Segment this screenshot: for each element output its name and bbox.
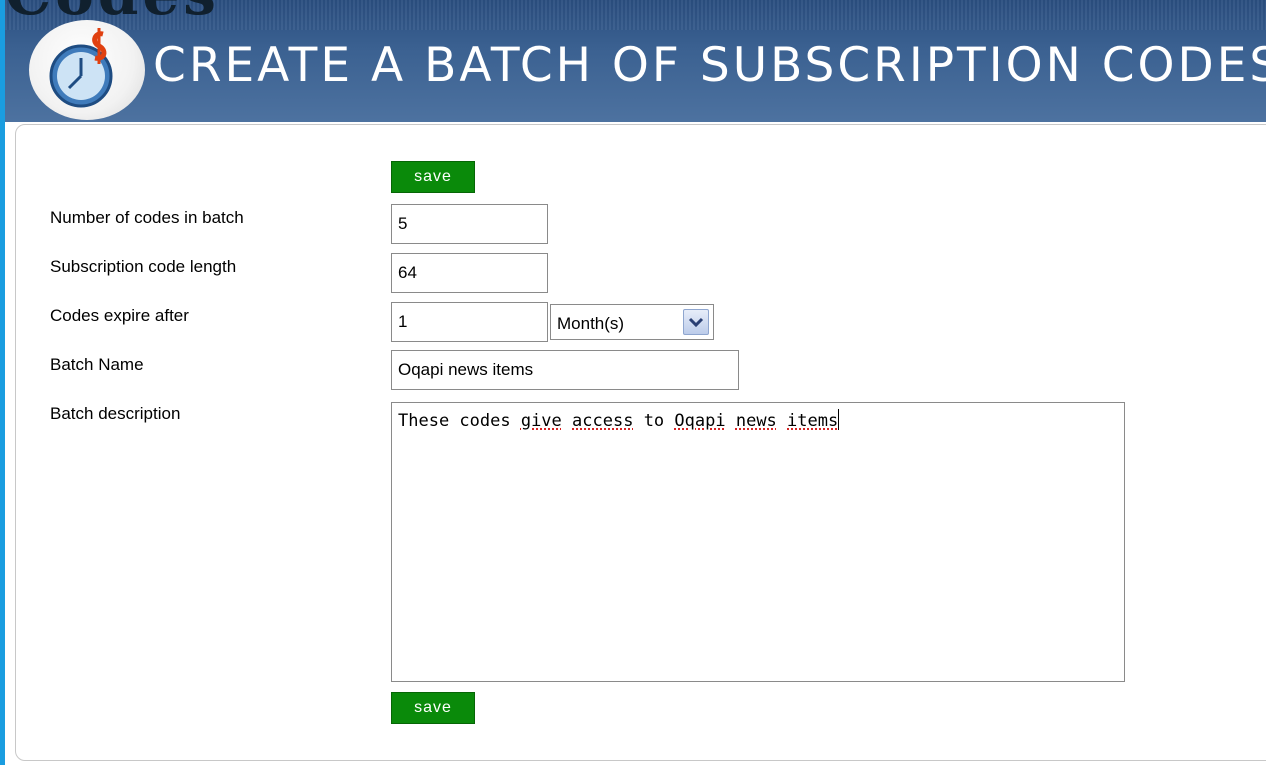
batch-description-textarea[interactable]: These codes give access to Oqapi news it… [391, 402, 1125, 682]
expire-label: Codes expire after [50, 306, 189, 325]
num-codes-input[interactable]: 5 [391, 204, 548, 244]
desc-text-8: news [735, 411, 777, 431]
expire-amount-input[interactable]: 1 [391, 302, 548, 342]
page-frame: CREATE A BATCH OF SUBSCRIPTION CODES Cod… [5, 0, 1266, 765]
desc-text-5: to [633, 411, 675, 431]
clock-dollar-logo-icon [29, 20, 145, 120]
batch-name-input[interactable]: Oqapi news items [391, 350, 739, 390]
desc-text-3 [562, 411, 572, 431]
text-caret [838, 409, 840, 430]
batch-description-label: Batch description [50, 404, 181, 423]
expire-unit-value: Month(s) [557, 314, 625, 333]
code-length-input[interactable]: 64 [391, 253, 548, 293]
desc-text-9 [777, 411, 787, 431]
desc-text-6: Oqapi [674, 411, 726, 431]
clipped-heading-text: Codes [5, 0, 220, 28]
code-length-label: Subscription code length [50, 257, 237, 276]
desc-text-10: items [787, 411, 839, 431]
save-button-top[interactable]: save [391, 161, 475, 193]
save-button-bottom[interactable]: save [391, 692, 475, 724]
expire-unit-select[interactable]: Month(s) [550, 304, 714, 340]
num-codes-label: Number of codes in batch [50, 208, 244, 227]
desc-text-2: give [520, 411, 562, 431]
batch-name-label: Batch Name [50, 355, 144, 374]
page-title: CREATE A BATCH OF SUBSCRIPTION CODES [153, 38, 1266, 93]
desc-text-1: These codes [398, 411, 521, 431]
desc-text-4: access [572, 411, 634, 431]
desc-text-7 [726, 411, 736, 431]
chevron-down-icon[interactable] [683, 309, 709, 335]
